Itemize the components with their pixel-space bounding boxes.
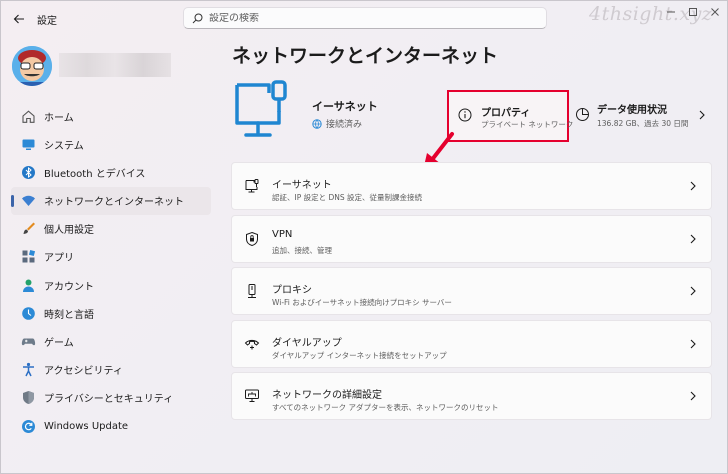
ethernet-icon (244, 178, 260, 194)
advanced-network-icon (244, 388, 260, 404)
maximize-button[interactable] (683, 5, 703, 19)
app-title: 設定 (37, 16, 57, 27)
sidebar-item-label: 時刻と言語 (44, 309, 94, 321)
avatar-character-icon (12, 46, 52, 86)
title-bar: 設定 4thsight.xyz (1, 1, 728, 37)
sidebar-item-time-language[interactable]: 時刻と言語 (11, 299, 211, 327)
card-title: プロキシ (272, 285, 312, 296)
card-title: イーサネット (272, 180, 332, 191)
sidebar-item-accounts[interactable]: アカウント (11, 271, 211, 299)
search-icon (192, 13, 203, 23)
connection-name: イーサネット (312, 100, 378, 113)
card-subtitle: すべてのネットワーク アダプターを表示、ネットワークのリセット (272, 403, 499, 412)
sidebar-item-privacy[interactable]: プライバシーとセキュリティ (11, 384, 211, 412)
vpn-shield-icon (244, 231, 260, 247)
sidebar-item-personalization[interactable]: 個人用設定 (11, 215, 211, 243)
page-title: ネットワークとインターネット (232, 45, 499, 67)
data-usage-subtitle: 136.82 GB、過去 30 日間 (597, 119, 689, 128)
update-icon (20, 418, 36, 434)
card-ethernet[interactable]: イーサネット 認証、IP 設定と DNS 設定、従量制課金接続 (231, 162, 712, 210)
minimize-icon (667, 11, 675, 13)
close-button[interactable] (705, 5, 725, 19)
shield-icon (20, 390, 36, 406)
sidebar-item-label: ホーム (44, 112, 74, 124)
sidebar-item-network[interactable]: ネットワークとインターネット (11, 186, 211, 215)
properties-button[interactable]: プロパティ プライベート ネットワーク (447, 90, 573, 142)
card-subtitle: ダイヤルアップ インターネット接続をセットアップ (272, 350, 447, 360)
sidebar-item-label: システム (44, 140, 84, 152)
sidebar-item-label: ゲーム (44, 338, 74, 349)
sidebar-item-system[interactable]: システム (11, 130, 211, 158)
sidebar-item-label: 個人用設定 (44, 225, 94, 237)
data-usage-title: データ使用状況 (597, 105, 667, 116)
sidebar-item-label: Windows Update (44, 420, 129, 432)
sidebar-item-windows-update[interactable]: Windows Update (11, 412, 211, 440)
card-subtitle: 認証、IP 設定と DNS 設定、従量制課金接続 (272, 193, 423, 202)
chevron-right-icon (690, 234, 696, 243)
search-input[interactable] (209, 12, 509, 24)
proxy-icon (244, 283, 260, 299)
sidebar-item-label: アプリ (44, 253, 74, 265)
pie-chart-icon (576, 108, 589, 121)
avatar[interactable] (12, 46, 52, 86)
minimize-button[interactable] (661, 5, 681, 19)
card-title: ネットワークの詳細設定 (272, 390, 382, 401)
back-button[interactable] (9, 9, 29, 29)
accessibility-icon (20, 362, 36, 378)
sidebar-item-label: アクセシビリティ (44, 366, 123, 378)
ethernet-hero-icon (235, 80, 287, 137)
connection-status-label: 接続済み (326, 120, 363, 130)
sidebar-item-home[interactable]: ホーム (11, 102, 211, 130)
card-subtitle: Wi-Fi およびイーサネット接続向けプロキシ サーバー (272, 298, 452, 307)
apps-icon (20, 249, 36, 265)
chevron-right-icon (690, 339, 696, 348)
properties-subtitle: プライベート ネットワーク (481, 120, 574, 129)
home-icon (20, 108, 36, 124)
globe-icon (312, 118, 322, 129)
brush-icon (20, 221, 36, 237)
data-usage-button[interactable]: データ使用状況 136.82 GB、過去 30 日間 (575, 99, 715, 135)
search-box[interactable] (183, 7, 547, 29)
account-icon (20, 277, 36, 293)
sidebar-item-label: ネットワークとインターネット (44, 197, 184, 209)
card-proxy[interactable]: プロキシ Wi-Fi およびイーサネット接続向けプロキシ サーバー (231, 267, 712, 315)
settings-card-list: イーサネット 認証、IP 設定と DNS 設定、従量制課金接続 VPN 追加、接… (231, 162, 712, 425)
bluetooth-icon (20, 164, 36, 180)
card-vpn[interactable]: VPN 追加、接続、管理 (231, 214, 712, 263)
time-language-icon (20, 305, 36, 321)
gamepad-icon (20, 334, 36, 350)
chevron-right-icon (699, 110, 705, 120)
sidebar-nav: ホーム システム Bluetooth とデバイス ネットワークとインターネット … (11, 102, 211, 440)
close-icon (711, 8, 719, 16)
connection-status: 接続済み (312, 117, 362, 130)
sidebar-item-apps[interactable]: アプリ (11, 243, 211, 271)
card-subtitle: 追加、接続、管理 (272, 245, 332, 255)
window-controls (661, 5, 725, 19)
back-arrow-icon (13, 14, 24, 24)
system-icon (20, 136, 36, 152)
chevron-right-icon (690, 181, 696, 191)
dialup-icon (244, 336, 260, 352)
chevron-right-icon (690, 286, 696, 296)
sidebar-item-bluetooth[interactable]: Bluetooth とデバイス (11, 158, 211, 186)
card-title: ダイヤルアップ (272, 337, 342, 349)
sidebar-item-accessibility[interactable]: アクセシビリティ (11, 356, 211, 384)
sidebar-item-label: アカウント (44, 281, 94, 293)
info-icon (458, 108, 472, 122)
settings-window: 設定 4thsight.xyz (0, 0, 728, 474)
card-title: VPN (272, 228, 293, 240)
card-advanced-network[interactable]: ネットワークの詳細設定 すべてのネットワーク アダプターを表示、ネットワークのリ… (231, 372, 712, 420)
network-icon (20, 193, 36, 209)
sidebar-item-label: Bluetooth とデバイス (44, 168, 146, 180)
chevron-right-icon (690, 391, 696, 401)
sidebar-item-gaming[interactable]: ゲーム (11, 328, 211, 356)
maximize-icon (689, 8, 697, 16)
card-dialup[interactable]: ダイヤルアップ ダイヤルアップ インターネット接続をセットアップ (231, 319, 712, 368)
sidebar-item-label: プライバシーとセキュリティ (44, 394, 174, 406)
account-name-blurred (59, 53, 171, 77)
properties-title: プロパティ (481, 108, 531, 119)
